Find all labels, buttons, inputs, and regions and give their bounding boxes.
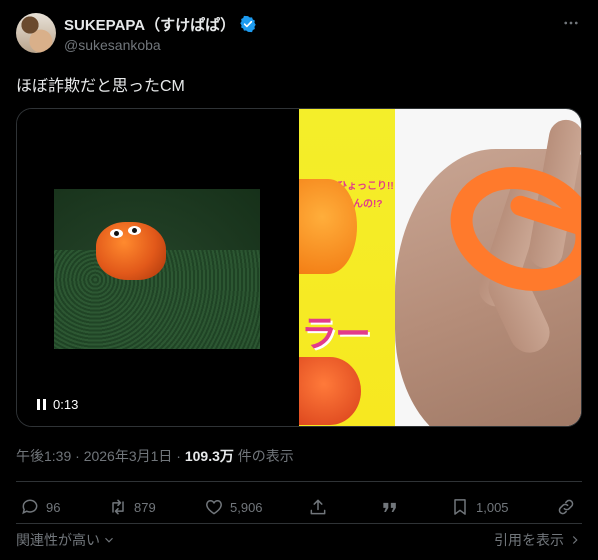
author-name-row: SUKEPAPA（すけぱぱ）: [64, 14, 257, 34]
video-frame: [54, 189, 260, 349]
action-bar: 96 879 5,906 1,005: [16, 495, 582, 519]
package-character: [299, 179, 357, 274]
author-display-name[interactable]: SUKEPAPA（すけぱぱ）: [64, 14, 235, 35]
share-upload-icon: [310, 499, 326, 515]
tweet-text: ほぼ詐欺だと思ったCM: [16, 78, 185, 95]
bookmark-icon: [454, 499, 466, 515]
repost-button[interactable]: 879: [108, 495, 156, 519]
view-quotes-link[interactable]: 引用を表示: [494, 530, 582, 550]
chevron-down-icon: [105, 537, 113, 543]
timestamp[interactable]: 午後1:39 · 2026年3月1日 ·: [16, 448, 185, 464]
video-player[interactable]: 0:13: [17, 109, 299, 426]
package-ball: [299, 357, 361, 425]
reply-count: 96: [46, 499, 61, 515]
like-count: 5,906: [230, 499, 263, 515]
reply-button[interactable]: 96: [20, 495, 60, 519]
media-container[interactable]: 0:13 トコにひょっこり!! いきてんの!? ラー: [16, 108, 582, 427]
sort-relevance-dropdown[interactable]: 関連性が高い: [16, 530, 116, 550]
view-count: 109.3万: [184, 448, 234, 464]
video-time: 0:13: [53, 397, 79, 412]
like-button[interactable]: 5,906: [204, 495, 263, 519]
link-icon: [558, 499, 574, 515]
share-button[interactable]: [308, 495, 328, 519]
avatar[interactable]: [16, 13, 56, 53]
copy-link-button[interactable]: [556, 495, 576, 519]
view-count-suffix: 件の表示: [233, 448, 294, 464]
sort-label: 関連性が高い: [16, 532, 100, 548]
divider-bottom: [16, 523, 582, 524]
photo-image[interactable]: トコにひょっこり!! いきてんの!? ラー: [299, 109, 581, 426]
divider-top: [16, 481, 582, 482]
pause-icon[interactable]: [37, 399, 47, 410]
quote-marks-icon: [383, 502, 396, 512]
tweet-meta: 午後1:39 · 2026年3月1日 · 109.3万 件の表示: [16, 446, 294, 466]
heart-icon: [206, 499, 222, 515]
quotes-label: 引用を表示: [494, 532, 564, 548]
chevron-right-icon: [572, 536, 578, 544]
package-big-text: ラー: [301, 313, 371, 354]
toy-package: トコにひょっこり!! いきてんの!? ラー: [299, 109, 395, 426]
reply-icon: [22, 499, 38, 515]
repost-count: 879: [134, 499, 156, 515]
more-options-icon[interactable]: [560, 12, 582, 34]
video-controls: 0:13: [37, 397, 78, 412]
orange-worm-figure: [96, 222, 166, 280]
grok-button[interactable]: [380, 495, 400, 519]
bookmark-count: 1,005: [476, 499, 509, 515]
repost-icon: [112, 499, 124, 515]
replies-sort-row: 関連性が高い 引用を表示: [16, 530, 582, 550]
author-handle[interactable]: @sukesankoba: [64, 37, 161, 53]
worm-eye-left: [110, 229, 123, 238]
verified-badge-icon: [240, 15, 256, 33]
bookmark-button[interactable]: 1,005: [450, 495, 509, 519]
worm-eye-right: [128, 226, 141, 235]
tweet-header: SUKEPAPA（すけぱぱ） @sukesankoba: [16, 10, 582, 60]
